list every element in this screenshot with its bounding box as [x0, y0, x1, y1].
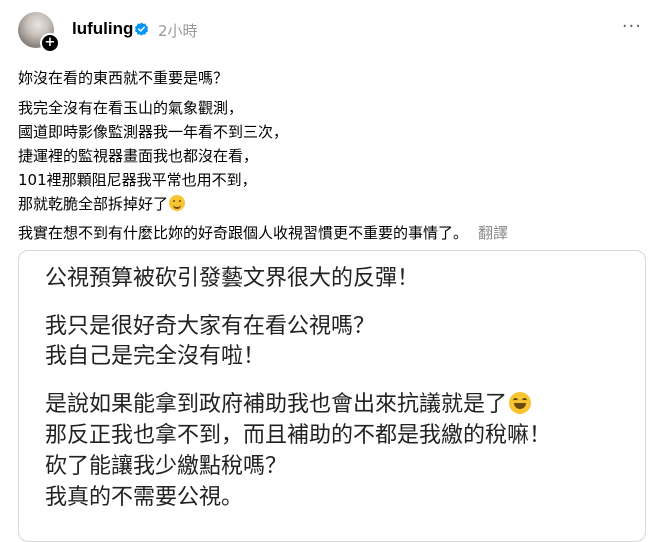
- post-text-line-last: 那就乾脆全部拆掉好了: [18, 192, 638, 216]
- smiling-emoji-icon: [169, 195, 186, 211]
- card-line: 我只是很好奇大家有在看公視嗎？: [45, 314, 376, 339]
- card-line: 那反正我也拿不到，而且補助的不都是我繳的稅嘛！: [45, 423, 552, 448]
- post-text-line: 國道即時影像監測器我一年看不到三次，: [18, 123, 289, 141]
- card-line: 砍了能讓我少繳點稅嗎？: [45, 454, 288, 479]
- post-header: + lufuling 2小時 ···: [18, 12, 648, 54]
- post-text: 那就乾脆全部拆掉好了: [18, 195, 169, 213]
- verified-badge-icon: [134, 22, 149, 36]
- post-paragraph-2: 我完全沒有在看玉山的氣象觀測， 國道即時影像監測器我一年看不到三次， 捷運裡的監…: [18, 96, 638, 216]
- avatar[interactable]: +: [18, 12, 60, 53]
- grinning-emoji-icon: [509, 392, 532, 414]
- post-text: 我實在想不到有什麼比妳的好奇跟個人收視習慣更不重要的事情了。: [18, 224, 469, 242]
- post-text-line: 我完全沒有在看玉山的氣象觀測，: [18, 99, 244, 117]
- card-line-with-emoji: 是說如果能拿到政府補助我也會出來抗議就是了: [45, 389, 532, 420]
- translate-link[interactable]: 翻譯: [478, 224, 508, 242]
- quoted-image-card[interactable]: 公視預算被砍引發藝文界很大的反彈！ 我只是很好奇大家有在看公視嗎？ 我自己是完全…: [18, 250, 646, 542]
- card-line: 是說如果能拿到政府補助我也會出來抗議就是了: [45, 392, 508, 417]
- post-paragraph-3: 我實在想不到有什麼比妳的好奇跟個人收視習慣更不重要的事情了。 翻譯: [18, 221, 638, 245]
- card-line: 公視預算被砍引發藝文界很大的反彈！: [45, 266, 420, 291]
- post-text-line: 捷運裡的監視器畫面我也都沒在看，: [18, 147, 259, 165]
- post-text-line: 101裡那顆阻尼器我平常也用不到，: [18, 171, 257, 189]
- post-text-line: 妳沒在看的東西就不重要是嗎？: [18, 69, 229, 87]
- username[interactable]: lufuling: [72, 19, 133, 39]
- more-options-icon[interactable]: ···: [622, 16, 642, 37]
- card-line: 我真的不需要公視。: [45, 485, 244, 510]
- post-paragraph-1: 妳沒在看的東西就不重要是嗎？: [18, 66, 638, 90]
- post-timestamp: 2小時: [158, 22, 198, 40]
- card-line: 我自己是完全沒有啦！: [45, 344, 266, 369]
- plus-icon[interactable]: +: [40, 33, 60, 53]
